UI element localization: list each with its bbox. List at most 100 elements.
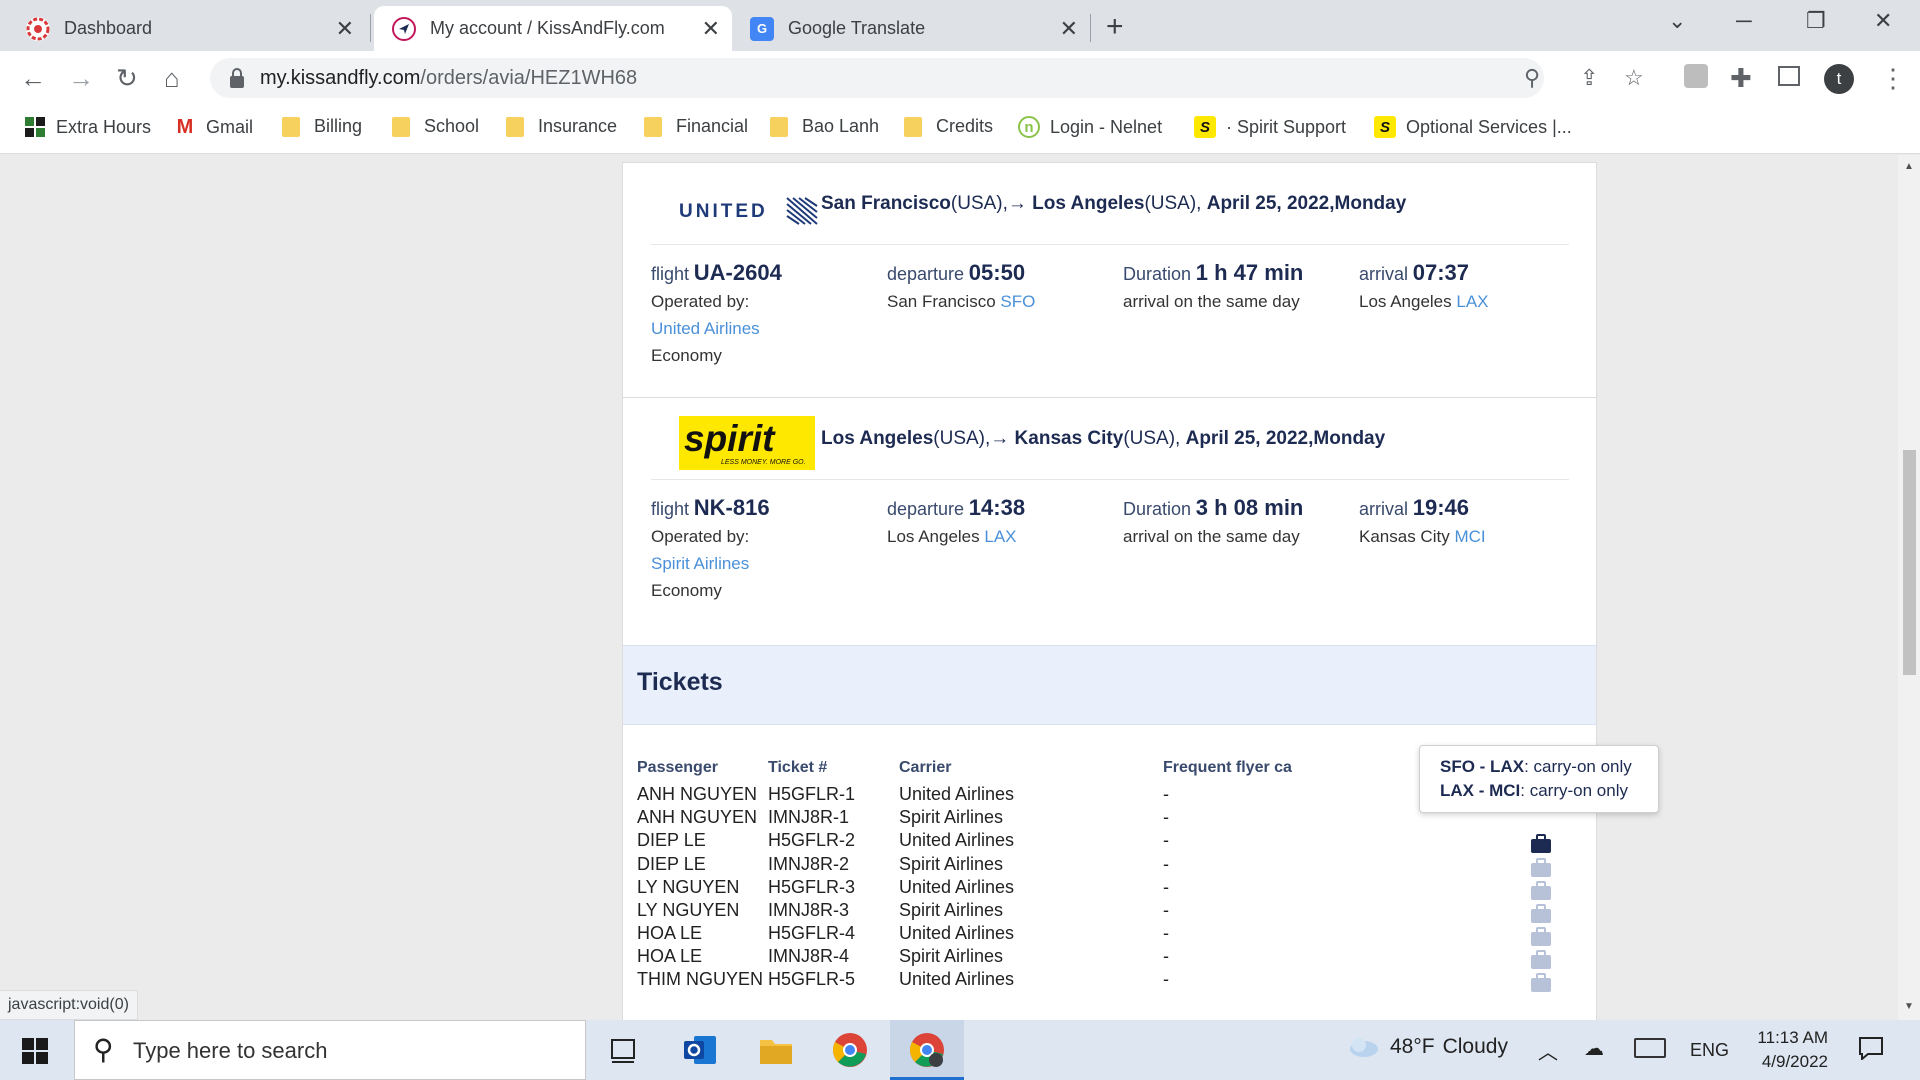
departure-airport-link[interactable]: SFO [1000, 292, 1035, 311]
to-country: (USA), [1123, 428, 1181, 449]
close-tab-icon[interactable]: ✕ [702, 16, 720, 42]
frequent-flyer-value: - [1163, 923, 1169, 943]
page-scrollbar[interactable]: ▲ ▼ [1898, 155, 1920, 1020]
tab-google-translate[interactable]: G Google Translate ✕ [732, 6, 1090, 51]
tab-dashboard[interactable]: Dashboard ✕ [8, 6, 366, 51]
carrier-name: United Airlines [899, 969, 1015, 989]
frequent-flyer-value: - [1163, 900, 1169, 920]
windows-start-icon[interactable] [22, 1038, 48, 1064]
bookmark-label: Extra Hours [56, 116, 152, 137]
bookmark-star-icon[interactable]: ☆ [1624, 65, 1644, 91]
frequent-flyer-value: - [1163, 784, 1169, 804]
minimize-icon[interactable]: ─ [1736, 8, 1752, 34]
scroll-down-icon[interactable]: ▼ [1904, 1001, 1914, 1012]
logo-tagline: LESS MONEY. MORE GO. [721, 459, 806, 466]
order-card: UNITED San Francisco(USA),→ Los Angeles(… [622, 162, 1597, 1020]
carrier-name: Spirit Airlines [899, 946, 1004, 966]
bookmark-spirit-support[interactable]: S · Spirit Support [1194, 116, 1346, 138]
departure-time: 05:50 [968, 260, 1026, 285]
share-icon[interactable]: ⇪ [1580, 65, 1598, 91]
baggage-icon[interactable] [1530, 973, 1552, 993]
baggage-icon[interactable] [1530, 904, 1552, 924]
arrival-time: 07:37 [1412, 260, 1470, 285]
gmail-icon: M [176, 115, 194, 138]
baggage-icon[interactable] [1530, 881, 1552, 901]
reload-icon[interactable]: ↻ [116, 63, 138, 94]
chrome-icon [910, 1033, 944, 1067]
folder-icon [282, 116, 300, 137]
home-icon[interactable]: ⌂ [164, 63, 180, 94]
system-clock[interactable]: 11:13 AM 4/9/2022 [1738, 1026, 1828, 1074]
bookmark-school[interactable]: School [392, 116, 479, 137]
bookmark-financial[interactable]: Financial [644, 116, 748, 137]
tab-kissandfly[interactable]: My account / KissAndFly.com ✕ [374, 6, 732, 51]
passenger-name: DIEP LE [637, 854, 706, 874]
operator-link[interactable]: United Airlines [651, 315, 782, 342]
puzzle-extensions-icon[interactable]: ✚ [1730, 63, 1752, 94]
carrier-name: United Airlines [899, 830, 1015, 850]
url-text[interactable]: my.kissandfly.com/orders/avia/HEZ1WH68 [260, 67, 637, 90]
chrome-icon[interactable] [830, 1030, 870, 1070]
forward-arrow-icon[interactable]: → [68, 63, 94, 94]
zoom-icon[interactable]: ⚲ [1524, 65, 1540, 91]
bookmark-credits[interactable]: Credits [904, 116, 993, 137]
bookmark-label: Login - Nelnet [1050, 116, 1163, 137]
show-hidden-icons-chevron-icon[interactable]: ︿ [1538, 1036, 1558, 1065]
bookmark-extra-hours[interactable]: Extra Hours [24, 116, 151, 138]
menu-kebab-icon[interactable]: ⋮ [1880, 63, 1906, 94]
baggage-icon[interactable] [1530, 950, 1552, 970]
address-bar[interactable]: my.kissandfly.com/orders/avia/HEZ1WH68 ⚲… [210, 58, 1644, 98]
ticket-number: H5GFLR-4 [768, 923, 856, 943]
tab-search-chevron-icon[interactable]: ⌄ [1668, 8, 1686, 34]
bookmark-bao-lanh[interactable]: Bao Lanh [770, 116, 879, 137]
back-arrow-icon[interactable]: ← [20, 63, 46, 94]
carrier-name: United Airlines [899, 923, 1015, 943]
outlook-icon[interactable] [680, 1030, 720, 1070]
profile-avatar[interactable]: t [1824, 64, 1854, 94]
bookmark-nelnet[interactable]: n Login - Nelnet [1018, 116, 1162, 138]
close-tab-icon[interactable]: ✕ [1060, 16, 1078, 42]
side-panel-icon[interactable] [1778, 66, 1800, 86]
cabin-class: Economy [651, 346, 722, 365]
tooltip-line: LAX - MCI: carry-on only [1440, 779, 1658, 803]
new-tab-button[interactable]: + [1106, 10, 1124, 44]
extension-icon[interactable] [1684, 64, 1708, 88]
file-explorer-icon[interactable] [756, 1030, 796, 1070]
lock-icon[interactable] [228, 67, 246, 89]
bookmark-billing[interactable]: Billing [282, 116, 362, 137]
language-indicator[interactable]: ENG [1690, 1040, 1729, 1061]
baggage-icon[interactable] [1530, 834, 1552, 854]
weather-widget[interactable]: 48°F Cloudy [1346, 1035, 1508, 1059]
bookmark-label: · Spirit Support [1226, 116, 1347, 137]
baggage-icon[interactable] [1530, 858, 1552, 878]
passenger-name: ANH NGUYEN [637, 807, 758, 827]
page-content: UNITED San Francisco(USA),→ Los Angeles(… [0, 155, 1898, 1020]
bookmark-optional-services[interactable]: S Optional Services |... [1374, 116, 1572, 138]
spirit-icon: S [1194, 116, 1216, 138]
chrome-profile-taskbar-button[interactable] [890, 1020, 964, 1080]
notifications-icon[interactable] [1858, 1036, 1884, 1060]
frequent-flyer-value: - [1163, 807, 1169, 827]
task-view-icon[interactable] [604, 1030, 644, 1070]
spirit-airlines-logo: spirit LESS MONEY. MORE GO. [679, 416, 815, 470]
bookmark-insurance[interactable]: Insurance [506, 116, 617, 137]
scroll-up-icon[interactable]: ▲ [1904, 161, 1914, 172]
baggage-icon[interactable] [1530, 927, 1552, 947]
departure-city: Los Angeles [887, 527, 980, 546]
close-tab-icon[interactable]: ✕ [336, 16, 354, 42]
united-airlines-logo: UNITED [679, 197, 818, 225]
keyboard-icon[interactable] [1634, 1038, 1666, 1058]
route-title: Los Angeles(USA),→ Kansas City(USA), Apr… [821, 428, 1385, 450]
arrival-airport-link[interactable]: MCI [1454, 527, 1485, 546]
bookmark-gmail[interactable]: M Gmail [174, 116, 253, 138]
tab-title: Google Translate [788, 18, 926, 38]
operator-link[interactable]: Spirit Airlines [651, 550, 770, 577]
departure-airport-link[interactable]: LAX [984, 527, 1016, 546]
onedrive-cloud-icon[interactable]: ☁ [1584, 1036, 1604, 1061]
passenger-name: DIEP LE [637, 830, 706, 850]
restore-icon[interactable]: ❐ [1806, 8, 1826, 34]
taskbar-search[interactable]: ⚲ Type here to search [74, 1020, 586, 1080]
arrival-airport-link[interactable]: LAX [1456, 292, 1488, 311]
window-close-icon[interactable]: ✕ [1874, 8, 1892, 34]
scrollbar-thumb[interactable] [1903, 450, 1916, 675]
